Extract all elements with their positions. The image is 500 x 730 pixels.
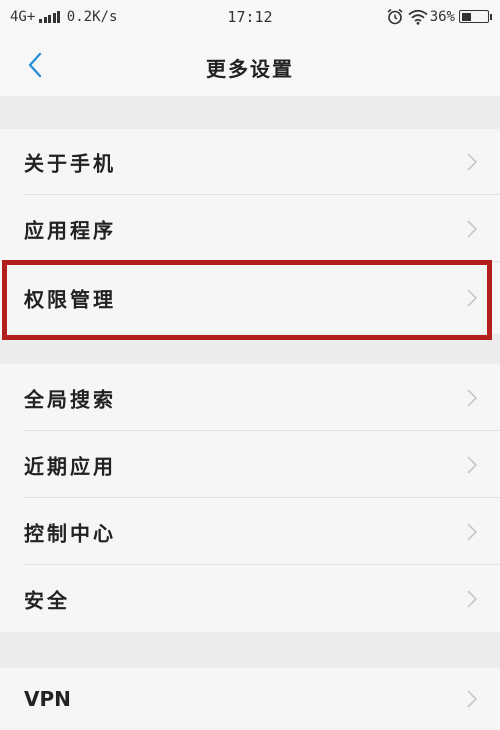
chevron-right-icon <box>467 153 478 171</box>
menu-item-label: 权限管理 <box>24 287 116 312</box>
menu-item-label: 近期应用 <box>24 454 116 478</box>
menu-item-about-phone[interactable]: 关于手机 <box>0 129 500 195</box>
menu-item-global-search[interactable]: 全局搜索 <box>0 364 500 431</box>
menu-item-label: 安全 <box>24 588 70 612</box>
chevron-right-icon <box>467 388 478 407</box>
settings-group-3: VPN <box>0 668 500 730</box>
battery-percent: 36% <box>429 8 455 25</box>
settings-group-2: 全局搜索 近期应用 控制中心 安全 <box>0 364 500 632</box>
status-bar: 4G+ 0.2K/s 17:12 36% <box>0 0 500 34</box>
menu-item-applications[interactable]: 应用程序 <box>0 195 500 262</box>
chevron-right-icon <box>467 289 478 307</box>
menu-item-label: VPN <box>24 687 71 711</box>
status-right: 36% <box>386 8 492 25</box>
settings-group-1: 关于手机 应用程序 权限管理 <box>0 129 500 334</box>
menu-item-label: 关于手机 <box>24 151 116 176</box>
chevron-right-icon <box>467 455 478 474</box>
chevron-right-icon <box>467 690 478 708</box>
menu-item-recent-apps[interactable]: 近期应用 <box>0 431 500 498</box>
battery-tip <box>490 13 492 20</box>
menu-item-label: 全局搜索 <box>24 387 116 411</box>
alarm-icon <box>386 8 404 25</box>
chevron-right-icon <box>467 522 478 541</box>
chevron-right-icon <box>467 589 478 608</box>
menu-item-label: 应用程序 <box>24 218 116 242</box>
menu-item-label: 控制中心 <box>24 521 116 545</box>
nav-bar: 更多设置 <box>0 34 500 96</box>
menu-item-vpn[interactable]: VPN <box>0 668 500 730</box>
chevron-right-icon <box>467 219 478 238</box>
menu-item-control-center[interactable]: 控制中心 <box>0 498 500 565</box>
battery-icon <box>459 10 489 23</box>
menu-item-permission-management[interactable]: 权限管理 <box>0 262 500 334</box>
battery-fill <box>461 12 471 21</box>
wifi-icon <box>408 9 428 25</box>
page-title: 更多设置 <box>206 57 294 81</box>
menu-item-security[interactable]: 安全 <box>0 565 500 632</box>
